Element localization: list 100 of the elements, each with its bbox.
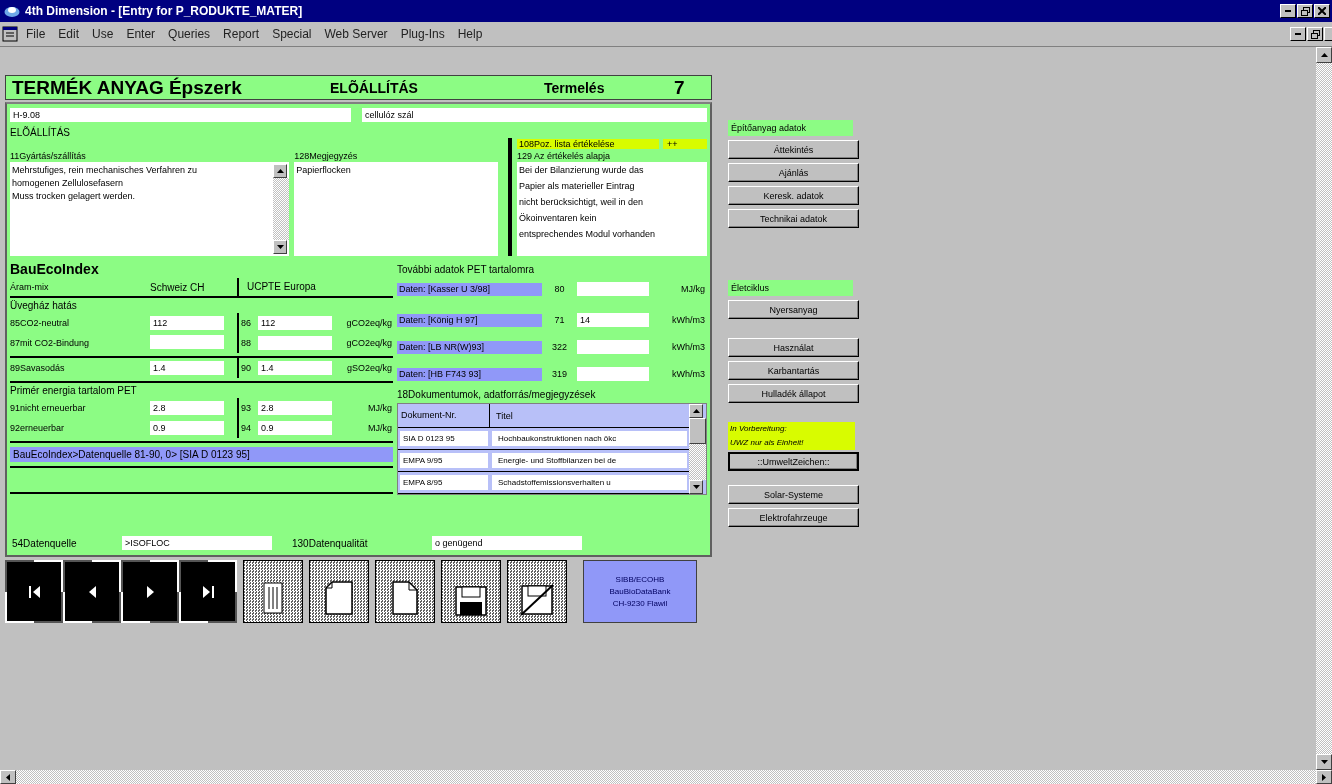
arrow-left-icon: [6, 773, 10, 781]
restore-button[interactable]: [1307, 27, 1323, 41]
crossed-floppy-icon: [520, 584, 554, 616]
delete-button[interactable]: [243, 560, 303, 623]
field-number: 319: [551, 369, 568, 379]
basis-text-area[interactable]: Bei der Bilanzierung wurde das Papier als materieller Eintrag nicht berücksichtigt, weil in den Ökoinventaren kein entsprechendes Modul vorhanden: [517, 162, 707, 256]
field-number: 322: [551, 342, 568, 352]
minimize-button[interactable]: [1290, 27, 1306, 41]
scrollbar[interactable]: [273, 164, 290, 254]
value-field[interactable]: [258, 336, 332, 350]
data-quality-field[interactable]: o genügend: [432, 536, 582, 550]
code-field[interactable]: H-9.08: [10, 108, 352, 122]
value-field[interactable]: [150, 335, 224, 349]
menu-item[interactable]: Queries: [168, 27, 211, 41]
file-box-icon: [261, 580, 285, 616]
arrow-up-icon: [276, 169, 284, 173]
menu-item[interactable]: Enter: [126, 27, 156, 41]
field-number: 86: [240, 318, 252, 328]
close-icon: [1318, 7, 1326, 15]
column-header: Dokument-Nr.: [398, 404, 490, 427]
close-button[interactable]: [1324, 27, 1332, 41]
skip-back-icon: [28, 585, 40, 598]
field-label: 129 Az értékelés alapja: [517, 150, 612, 162]
text-line: nicht berücksichtigt, weil in den: [519, 196, 645, 209]
rating-label: 108Poz. lista értékelése: [517, 139, 659, 149]
value-field[interactable]: [577, 367, 649, 381]
value-field[interactable]: 0.9: [258, 421, 332, 435]
document-window-icon[interactable]: [2, 26, 18, 42]
cancel-save-button[interactable]: [507, 560, 567, 623]
side-button[interactable]: Keresk. adatok: [728, 186, 859, 205]
field-number: 94: [240, 423, 252, 433]
first-record-button[interactable]: [5, 560, 63, 623]
side-button[interactable]: Hulladék állapot: [728, 384, 859, 403]
menu-item[interactable]: Edit: [58, 27, 80, 41]
text-line: entsprechendes Modul vorhanden: [519, 228, 657, 241]
data-source-field[interactable]: >ISOFLOC: [122, 536, 272, 550]
value-field[interactable]: 1.4: [150, 361, 224, 375]
menu-item[interactable]: Special: [272, 27, 312, 41]
arrow-up-icon: [1320, 53, 1328, 57]
menu-item[interactable]: File: [26, 27, 46, 41]
menu-item[interactable]: Web Server: [324, 27, 388, 41]
menu-item[interactable]: Report: [223, 27, 260, 41]
column-header: Schweiz CH: [150, 281, 206, 293]
menu-item[interactable]: Use: [92, 27, 114, 41]
menu-item[interactable]: Help: [457, 27, 483, 41]
source-label: Daten: [Kasser U 3/98]: [397, 282, 542, 296]
side-button[interactable]: Áttekintés: [728, 140, 859, 159]
next-record-button[interactable]: [121, 560, 179, 623]
side-button[interactable]: Karbantartás: [728, 361, 859, 380]
previous-record-button[interactable]: [63, 560, 121, 623]
unit-label: kWh/m3: [671, 342, 705, 352]
side-button[interactable]: Technikai adatok: [728, 209, 859, 228]
unit-label: kWh/m3: [671, 369, 705, 379]
field-number: 90: [240, 363, 252, 373]
field-label: 11Gyártás/szállítás: [10, 150, 87, 162]
menu-item[interactable]: Plug-Ins: [400, 27, 445, 41]
page-button[interactable]: [375, 560, 435, 623]
new-record-button[interactable]: [309, 560, 369, 623]
side-button[interactable]: Elektrofahrzeuge: [728, 508, 859, 527]
value-field[interactable]: 2.8: [150, 401, 224, 415]
restore-button[interactable]: [1297, 4, 1313, 18]
save-button[interactable]: [441, 560, 501, 623]
field-number: 88: [240, 338, 252, 348]
section-title: BauEcoIndex: [10, 260, 100, 278]
side-button[interactable]: Ajánlás: [728, 163, 859, 182]
value-field[interactable]: 112: [258, 316, 332, 330]
table-cell: Hochbaukonstruktionen nach ökc: [492, 431, 687, 446]
section-title: 18Dokumentumok, adatforrás/megjegyzések: [397, 389, 597, 402]
field-label: 130Datenqualität: [291, 537, 369, 549]
source-label: Daten: [LB NR(W)93]: [397, 340, 542, 354]
group-title: Primér energia tartalom PET: [10, 384, 138, 398]
page-icon: [324, 580, 354, 616]
minimize-icon: [1295, 33, 1301, 35]
restore-icon: [1310, 29, 1320, 39]
row-label: 89Savasodás: [10, 363, 66, 373]
value-field[interactable]: 14: [577, 313, 649, 327]
side-button[interactable]: Nyersanyag: [728, 300, 859, 319]
remark-text-area[interactable]: Papierflocken: [294, 162, 498, 256]
value-field[interactable]: 112: [150, 316, 224, 330]
name-field[interactable]: cellulóz szál: [362, 108, 707, 122]
group-title: Üvegház hatás: [10, 299, 78, 313]
value-field[interactable]: [577, 340, 649, 354]
value-field[interactable]: 0.9: [150, 421, 224, 435]
table-cell: Energie- und Stoffbilanzen bei de: [492, 453, 687, 468]
text-line: Muss trocken gelagert werden.: [12, 190, 137, 203]
scrollbar[interactable]: [689, 404, 706, 494]
close-button[interactable]: [1314, 4, 1330, 18]
last-record-button[interactable]: [179, 560, 237, 623]
minimize-button[interactable]: [1280, 4, 1296, 18]
value-field[interactable]: [577, 282, 649, 296]
unit-label: gCO2eq/kg: [345, 338, 392, 348]
side-button[interactable]: Solar-Systeme: [728, 485, 859, 504]
table-cell: Schadstoffemissionsverhalten u: [492, 475, 687, 490]
value-field[interactable]: 1.4: [258, 361, 332, 375]
production-text-area[interactable]: Mehrstufiges, rein mechanisches Verfahren zu homogenen Zellulosefasern Muss trocken gelagert werden.: [10, 162, 290, 256]
value-field[interactable]: 2.8: [258, 401, 332, 415]
side-button[interactable]: Használat: [728, 338, 859, 357]
unit-label: gCO2eq/kg: [345, 318, 392, 328]
table-cell: EMPA 9/95: [400, 453, 488, 468]
side-button[interactable]: ::UmweltZeichen::: [728, 452, 859, 471]
